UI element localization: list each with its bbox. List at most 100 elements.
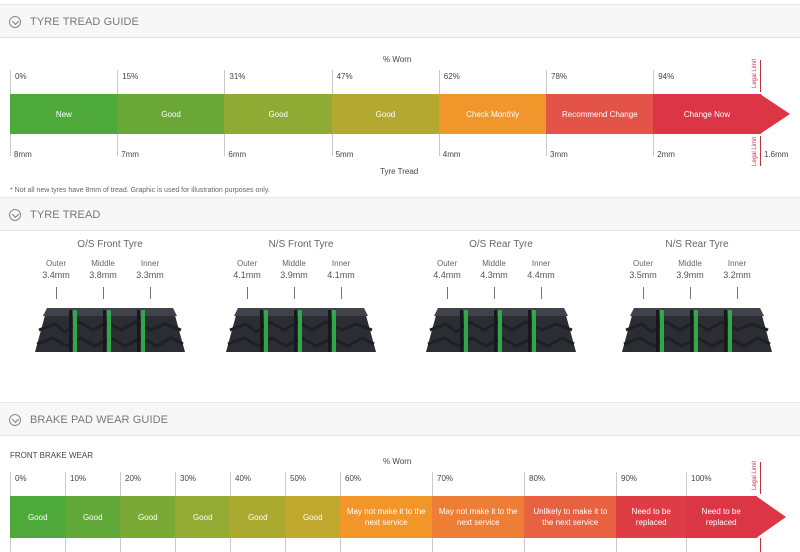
brake-tick-line-bottom xyxy=(230,538,231,552)
section-header-brake-guide[interactable]: BRAKE PAD WEAR GUIDE xyxy=(0,402,800,436)
tread-pointer xyxy=(103,287,104,299)
brake-percent-tick-line xyxy=(340,472,341,496)
tread-pointer xyxy=(643,287,644,299)
chevron-down-icon[interactable] xyxy=(9,209,21,221)
brake-percent-tick-line xyxy=(175,472,176,496)
brake-legal-limit-marker-bottom xyxy=(760,538,761,552)
arrow-head-icon xyxy=(760,94,791,134)
tread-depth-outer: 3.5mm xyxy=(629,270,657,280)
mm-tick-label: 5mm xyxy=(335,150,354,159)
brake-tick-line-bottom xyxy=(10,538,11,552)
chevron-down-icon[interactable] xyxy=(9,414,21,426)
mm-tick-line xyxy=(546,134,547,156)
brake-percent-tick-line xyxy=(230,472,231,496)
section-title: TYRE TREAD xyxy=(30,209,101,221)
percent-tick-label: 0% xyxy=(15,72,27,81)
tread-depth-outer: 4.1mm xyxy=(233,270,261,280)
brake-segment: Need to be replaced xyxy=(686,496,757,538)
brake-percent-tick-label: 30% xyxy=(180,474,197,483)
tread-segment: Good xyxy=(224,94,333,134)
brake-percent-tick-label: 20% xyxy=(125,474,142,483)
section-header-tyre-tread[interactable]: TYRE TREAD xyxy=(0,197,800,231)
tread-pointer xyxy=(56,287,57,299)
brake-tick-line-bottom xyxy=(120,538,121,552)
brake-percent-tick-line xyxy=(686,472,687,496)
brake-percent-tick-line xyxy=(120,472,121,496)
tyre-name: N/S Front Tyre xyxy=(268,239,334,250)
percent-tick-label: 15% xyxy=(122,72,139,81)
tread-segment: New xyxy=(10,94,118,134)
mm-tick-line xyxy=(224,134,226,156)
brake-tick-line-bottom xyxy=(175,538,176,552)
brake-percent-tick-line xyxy=(285,472,286,496)
tread-segment: Change Now xyxy=(653,94,761,134)
brake-percent-tick-line xyxy=(616,472,617,496)
legal-limit-label: Legal Limit xyxy=(752,58,758,88)
tread-depth-outer: 4.4mm xyxy=(433,270,461,280)
arrow-head-icon xyxy=(756,496,786,538)
brake-segment: Good xyxy=(285,496,341,538)
tread-pointer xyxy=(690,287,691,299)
tread-depth-inner: 3.2mm xyxy=(723,270,751,280)
mm-tick-line xyxy=(438,134,440,156)
tyre-position-inner: Inner xyxy=(331,259,351,268)
legal-limit-label-bottom: Legal Limit xyxy=(752,136,758,166)
percent-tick-line xyxy=(331,70,333,94)
mm-tick-line xyxy=(117,134,119,156)
brake-percent-tick-label: 60% xyxy=(345,474,362,483)
brake-tick-line-bottom xyxy=(686,538,687,552)
brake-percent-tick-label: 80% xyxy=(529,474,546,483)
tyre-name: N/S Rear Tyre xyxy=(665,239,729,250)
tyre-position-middle: Middle xyxy=(482,259,506,268)
tread-depth-inner: 4.1mm xyxy=(327,270,355,280)
mm-tick-label: 4mm xyxy=(442,150,461,159)
section-header-tread-guide[interactable]: TYRE TREAD GUIDE xyxy=(0,4,800,38)
tyre-position-outer: Outer xyxy=(45,259,66,268)
percent-tick-label: 62% xyxy=(443,72,460,81)
mm-tick-label: 7mm xyxy=(121,150,139,159)
tread-segment: Recommend Change xyxy=(546,94,654,134)
brake-tick-line-bottom xyxy=(616,538,617,552)
percent-tick-line xyxy=(653,70,655,94)
tread-pointer xyxy=(247,287,248,299)
brake-percent-tick-label: 40% xyxy=(235,474,252,483)
tyre-position-outer: Outer xyxy=(436,259,457,268)
brake-legal-limit-label: Legal Limit xyxy=(752,460,758,490)
mm-tick-line xyxy=(10,134,11,156)
brake-percent-tick-label: 0% xyxy=(15,474,27,483)
brake-percent-tick-line xyxy=(432,472,433,496)
brake-tick-line-bottom xyxy=(340,538,341,552)
section-title: TYRE TREAD GUIDE xyxy=(30,16,139,28)
brake-percent-tick-line xyxy=(65,472,66,496)
brake-segment: Unlikely to make it to the next service xyxy=(524,496,617,538)
percent-tick-line xyxy=(117,70,119,94)
brake-percent-tick-label: 100% xyxy=(691,474,712,483)
brake-percent-tick-line xyxy=(10,472,11,496)
brake-tick-line-bottom xyxy=(65,538,66,552)
percent-tick-line xyxy=(10,70,11,94)
tread-pointer xyxy=(494,287,495,299)
tread-segment: Check Monthly xyxy=(438,94,547,134)
percent-tick-label: 31% xyxy=(229,72,246,81)
percent-tick-label: 94% xyxy=(658,72,675,81)
brake-segment: Good xyxy=(10,496,66,538)
tread-pointer xyxy=(341,287,342,299)
tyre-position-inner: Inner xyxy=(727,259,747,268)
tread-depth-middle: 3.9mm xyxy=(676,270,704,280)
tread-pointer xyxy=(294,287,295,299)
tyre-name: O/S Rear Tyre xyxy=(469,239,533,250)
mm-tick-line xyxy=(331,134,333,156)
tyre-tread-image xyxy=(426,308,576,352)
section-title: BRAKE PAD WEAR GUIDE xyxy=(30,414,169,426)
brake-percent-tick-label: 50% xyxy=(290,474,307,483)
tread-pointer xyxy=(737,287,738,299)
brake-segment: Need to be replaced xyxy=(616,496,687,538)
chevron-down-icon[interactable] xyxy=(9,16,21,28)
brake-segment: Good xyxy=(120,496,176,538)
brake-tick-line-bottom xyxy=(285,538,286,552)
brake-percent-tick-label: 90% xyxy=(621,474,638,483)
tread-depth-middle: 3.9mm xyxy=(280,270,308,280)
tread-depth-outer: 3.4mm xyxy=(42,270,70,280)
tyre-position-middle: Middle xyxy=(678,259,702,268)
brake-legal-limit-marker xyxy=(760,462,761,494)
